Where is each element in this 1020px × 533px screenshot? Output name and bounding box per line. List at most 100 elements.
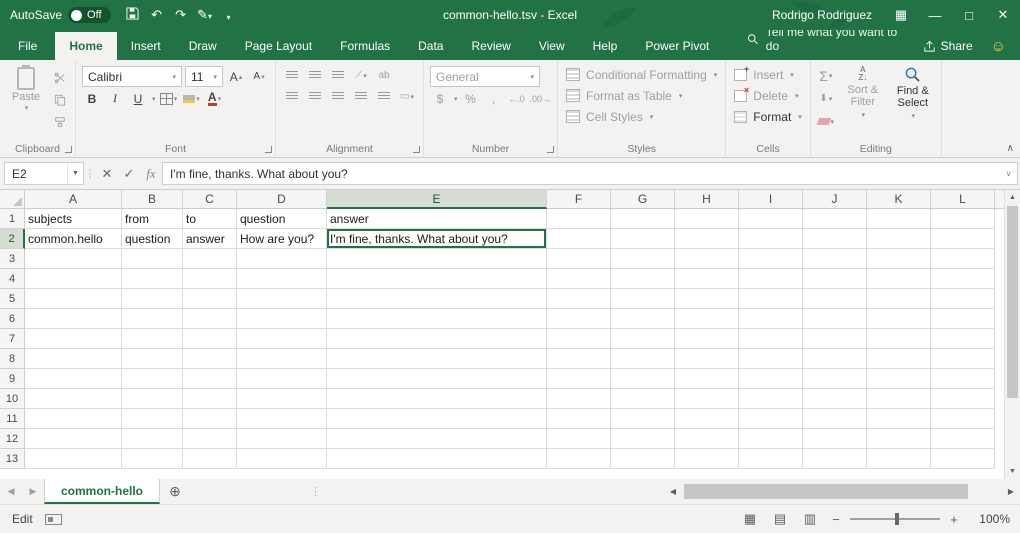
column-header-J[interactable]: J	[803, 190, 867, 209]
cell-G7[interactable]	[611, 329, 675, 349]
cell-F12[interactable]	[547, 429, 611, 449]
cell-H2[interactable]	[675, 229, 739, 249]
cell-L4[interactable]	[931, 269, 995, 289]
paste-dropdown[interactable]: ▾	[25, 104, 29, 112]
cell-I2[interactable]	[739, 229, 803, 249]
cell-J8[interactable]	[803, 349, 867, 369]
feedback-smiley-button[interactable]: ☺	[985, 38, 1012, 55]
horizontal-scroll-track[interactable]	[682, 479, 1002, 504]
align-right-button[interactable]	[328, 87, 348, 106]
cell-E5[interactable]	[327, 289, 547, 309]
tab-help[interactable]: Help	[579, 32, 632, 60]
cell-D4[interactable]	[237, 269, 327, 289]
cell-F1[interactable]	[547, 209, 611, 229]
name-box[interactable]: E2 ▼	[4, 162, 84, 185]
cell-E7[interactable]	[327, 329, 547, 349]
cell-K1[interactable]	[867, 209, 931, 229]
cell-E6[interactable]	[327, 309, 547, 329]
orientation-button[interactable]: ⟋▾	[351, 66, 371, 85]
comma-style-button[interactable]: ,	[484, 89, 504, 108]
cell-E1[interactable]: answer	[327, 209, 547, 229]
column-header-B[interactable]: B	[122, 190, 183, 209]
cell-C12[interactable]	[183, 429, 237, 449]
tab-home[interactable]: Home	[55, 32, 116, 60]
cell-D2[interactable]: How are you?	[237, 229, 327, 249]
cell-I1[interactable]	[739, 209, 803, 229]
insert-function-button[interactable]: fx	[140, 162, 162, 185]
tab-view[interactable]: View	[525, 32, 579, 60]
row-header-3[interactable]: 3	[0, 249, 25, 269]
cell-G2[interactable]	[611, 229, 675, 249]
row-header-9[interactable]: 9	[0, 369, 25, 389]
cell-E12[interactable]	[327, 429, 547, 449]
cell-F3[interactable]	[547, 249, 611, 269]
cell-C2[interactable]: answer	[183, 229, 237, 249]
row-header-1[interactable]: 1	[0, 209, 25, 229]
scroll-down-arrow[interactable]: ▼	[1005, 464, 1020, 479]
cell-A1[interactable]: subjects	[25, 209, 122, 229]
undo-button[interactable]: ↶	[145, 7, 169, 23]
cell-C8[interactable]	[183, 349, 237, 369]
cell-D8[interactable]	[237, 349, 327, 369]
cell-C13[interactable]	[183, 449, 237, 469]
bold-button[interactable]: B	[82, 89, 102, 108]
cell-A7[interactable]	[25, 329, 122, 349]
cell-D9[interactable]	[237, 369, 327, 389]
decrease-decimal-button[interactable]: .00→	[530, 89, 552, 108]
autosum-button[interactable]: Σ▾	[816, 66, 836, 85]
scroll-up-arrow[interactable]: ▲	[1005, 190, 1020, 205]
cell-C5[interactable]	[183, 289, 237, 309]
cell-D7[interactable]	[237, 329, 327, 349]
cell-L3[interactable]	[931, 249, 995, 269]
cell-I4[interactable]	[739, 269, 803, 289]
cell-L9[interactable]	[931, 369, 995, 389]
cell-D11[interactable]	[237, 409, 327, 429]
column-header-H[interactable]: H	[675, 190, 739, 209]
cell-H7[interactable]	[675, 329, 739, 349]
cell-H1[interactable]	[675, 209, 739, 229]
middle-align-button[interactable]	[305, 66, 325, 85]
fill-color-button[interactable]: ▾	[182, 89, 202, 108]
cell-J4[interactable]	[803, 269, 867, 289]
row-header-7[interactable]: 7	[0, 329, 25, 349]
column-header-A[interactable]: A	[25, 190, 122, 209]
cell-I11[interactable]	[739, 409, 803, 429]
cell-I12[interactable]	[739, 429, 803, 449]
paste-button[interactable]: Paste ▾	[5, 64, 47, 131]
redo-button[interactable]: ↷	[169, 7, 193, 23]
horizontal-scroll-thumb[interactable]	[684, 484, 968, 499]
cell-I8[interactable]	[739, 349, 803, 369]
cell-G13[interactable]	[611, 449, 675, 469]
cell-F5[interactable]	[547, 289, 611, 309]
cell-A3[interactable]	[25, 249, 122, 269]
increase-font-button[interactable]: A▴	[226, 67, 246, 86]
cell-L1[interactable]	[931, 209, 995, 229]
format-painter-button[interactable]	[50, 112, 70, 131]
cell-J6[interactable]	[803, 309, 867, 329]
row-header-8[interactable]: 8	[0, 349, 25, 369]
zoom-slider[interactable]	[850, 518, 940, 520]
cell-B3[interactable]	[122, 249, 183, 269]
cell-A2[interactable]: common.hello	[25, 229, 122, 249]
number-dialog-launcher[interactable]	[547, 146, 554, 153]
underline-button[interactable]: U	[128, 89, 148, 108]
font-size-select[interactable]: 11▾	[185, 66, 223, 87]
delete-cells-button[interactable]: Delete ▾	[731, 85, 805, 106]
scroll-right-arrow[interactable]: ▶	[1002, 487, 1020, 496]
page-layout-view-button[interactable]: ▤	[768, 509, 792, 529]
cell-J2[interactable]	[803, 229, 867, 249]
cell-G4[interactable]	[611, 269, 675, 289]
name-box-dropdown[interactable]: ▼	[67, 163, 83, 184]
cell-C11[interactable]	[183, 409, 237, 429]
cell-K2[interactable]	[867, 229, 931, 249]
format-cells-button[interactable]: Format ▾	[731, 106, 805, 127]
row-header-6[interactable]: 6	[0, 309, 25, 329]
cell-J5[interactable]	[803, 289, 867, 309]
cell-B6[interactable]	[122, 309, 183, 329]
sheet-tab-common-hello[interactable]: common-hello	[44, 479, 160, 504]
cell-D3[interactable]	[237, 249, 327, 269]
cell-D5[interactable]	[237, 289, 327, 309]
font-dialog-launcher[interactable]	[265, 146, 272, 153]
vertical-scroll-track[interactable]	[1005, 205, 1020, 464]
top-align-button[interactable]	[282, 66, 302, 85]
